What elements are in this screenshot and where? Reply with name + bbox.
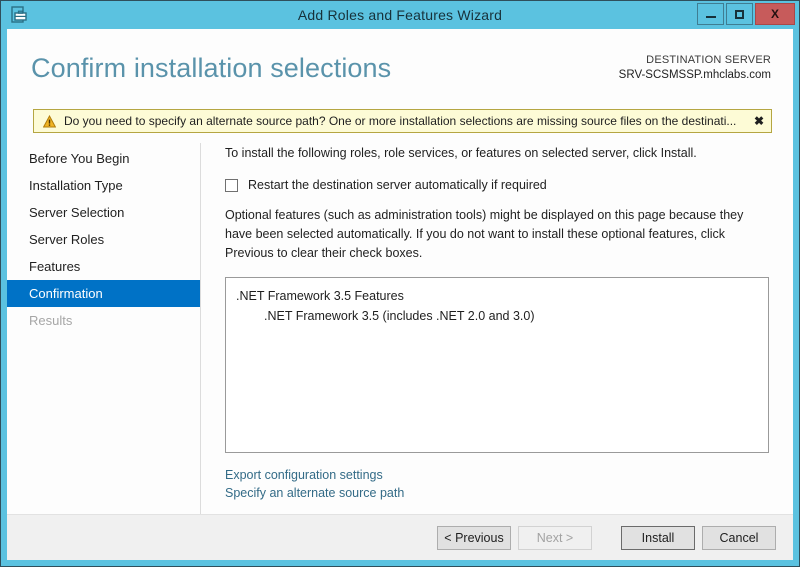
previous-button[interactable]: < Previous: [437, 525, 511, 550]
body-split: Before You Begin Installation Type Serve…: [7, 133, 793, 514]
wizard-navigation: Before You Begin Installation Type Serve…: [7, 143, 201, 514]
page-header: Confirm installation selections DESTINAT…: [7, 29, 793, 109]
sidebar-item-server-roles[interactable]: Server Roles: [7, 226, 200, 253]
window-controls: X: [697, 3, 795, 25]
restart-checkbox-label[interactable]: Restart the destination server automatic…: [248, 178, 547, 192]
minimize-icon: [705, 16, 716, 18]
notification-close-icon[interactable]: ✖: [747, 114, 771, 128]
sidebar-item-installation-type[interactable]: Installation Type: [7, 172, 200, 199]
export-configuration-settings-link[interactable]: Export configuration settings: [225, 466, 383, 484]
list-item: .NET Framework 3.5 Features: [236, 289, 404, 303]
footer-button-bar: < Previous Next > Install Cancel: [7, 514, 793, 560]
selections-list-box[interactable]: .NET Framework 3.5 Features .NET Framewo…: [225, 277, 769, 453]
restart-option-row[interactable]: Restart the destination server automatic…: [225, 178, 769, 192]
sidebar-item-features[interactable]: Features: [7, 253, 200, 280]
server-wizard-icon: [9, 5, 29, 25]
specify-alternate-source-path-link[interactable]: Specify an alternate source path: [225, 484, 404, 502]
intro-text: To install the following roles, role ser…: [225, 146, 697, 160]
minimize-button[interactable]: [697, 3, 724, 25]
warning-triangle-icon: [42, 114, 57, 128]
notification-text: Do you need to specify an alternate sour…: [64, 114, 737, 128]
sidebar-item-confirmation[interactable]: Confirmation: [7, 280, 200, 307]
restart-checkbox[interactable]: [225, 178, 238, 192]
sidebar-item-before-you-begin[interactable]: Before You Begin: [7, 145, 200, 172]
install-button[interactable]: Install: [621, 525, 695, 550]
optional-features-note: Optional features (such as administratio…: [225, 208, 744, 260]
destination-server-label: DESTINATION SERVER: [646, 54, 771, 66]
maximize-button[interactable]: [726, 3, 753, 25]
maximize-icon: [735, 9, 744, 19]
window-title: Add Roles and Features Wizard: [297, 7, 503, 23]
client-area: Confirm installation selections DESTINAT…: [7, 29, 793, 560]
next-button: Next >: [518, 525, 592, 550]
title-bar[interactable]: Add Roles and Features Wizard X: [1, 1, 799, 29]
close-button[interactable]: X: [755, 3, 795, 25]
sidebar-item-server-selection[interactable]: Server Selection: [7, 199, 200, 226]
destination-server-block: DESTINATION SERVER SRV-SCSMSSP.mhclabs.c…: [619, 53, 771, 83]
wizard-links: Export configuration settings Specify an…: [225, 453, 769, 514]
destination-server-name: SRV-SCSMSSP.mhclabs.com: [618, 69, 771, 81]
main-pane: To install the following roles, role ser…: [201, 143, 793, 514]
notification-bar: Do you need to specify an alternate sour…: [33, 109, 772, 133]
sidebar-item-results: Results: [29, 313, 73, 328]
cancel-button[interactable]: Cancel: [702, 525, 776, 550]
wizard-window: Add Roles and Features Wizard X Confirm …: [0, 0, 800, 567]
list-item: .NET Framework 3.5 (includes .NET 2.0 an…: [264, 309, 535, 323]
